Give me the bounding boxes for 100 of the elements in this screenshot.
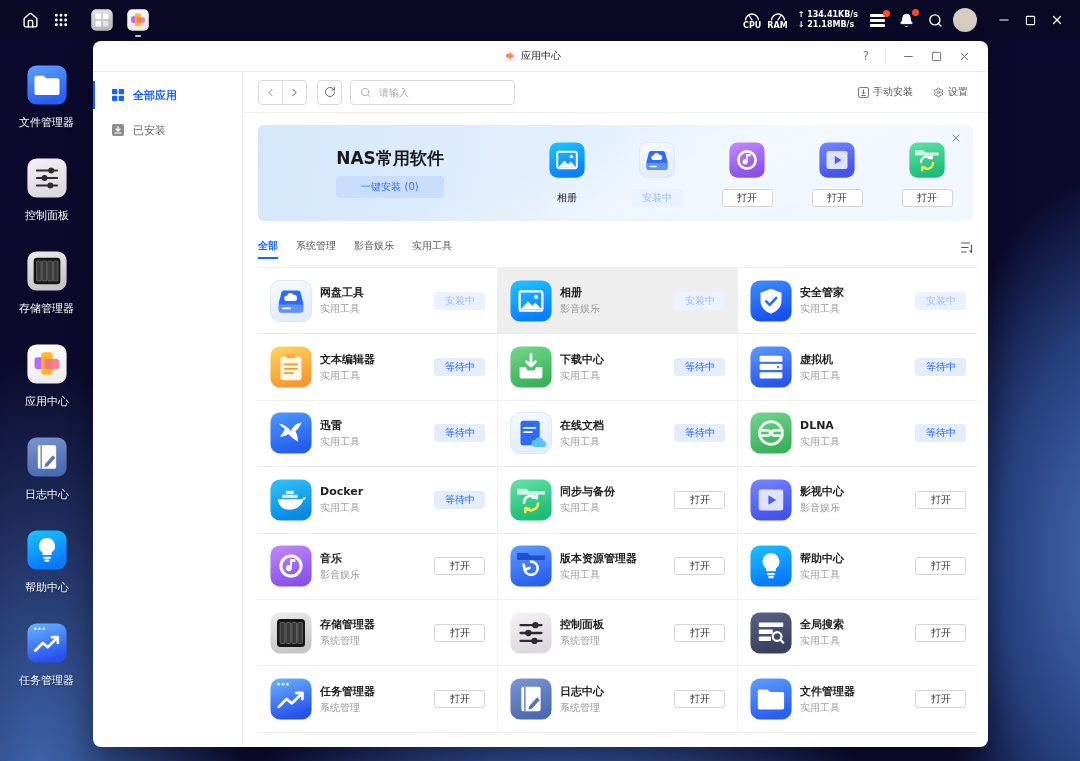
waiting-button[interactable]: 等待中 — [915, 358, 966, 377]
app-category: 实用工具 — [800, 635, 841, 648]
open-button[interactable]: 打开 — [915, 690, 966, 709]
window-title: 应用中心 — [520, 49, 561, 63]
app-category: 系统管理 — [320, 635, 361, 648]
drive-bays-icon — [270, 611, 312, 654]
desktop-shortcut[interactable]: 日志中心 — [0, 437, 93, 530]
home-icon[interactable] — [22, 11, 39, 29]
bell-icon[interactable] — [899, 12, 914, 28]
folder-restore-icon — [510, 545, 552, 588]
open-button[interactable]: 打开 — [811, 189, 863, 207]
music-note-icon — [270, 545, 312, 588]
clipboard-icon — [270, 346, 312, 389]
cpu-label: CPU — [743, 20, 762, 30]
open-button[interactable]: 打开 — [674, 690, 725, 709]
open-button[interactable]: 打开 — [721, 189, 773, 207]
waiting-button[interactable]: 等待中 — [915, 424, 966, 443]
waiting-button[interactable]: 等待中 — [434, 358, 485, 377]
open-button[interactable]: 打开 — [915, 490, 966, 509]
cloud-drive-icon — [270, 279, 312, 322]
cloud-drive-icon[interactable] — [639, 142, 675, 178]
app-name: 控制面板 — [560, 618, 605, 632]
category-tab[interactable]: 全部 — [258, 235, 278, 259]
app-category: 影音娱乐 — [320, 568, 361, 581]
app-name: 在线文档 — [560, 418, 605, 432]
desktop-shortcut[interactable]: 应用中心 — [0, 344, 93, 437]
app-name: 下载中心 — [560, 352, 605, 366]
user-avatar[interactable] — [953, 8, 977, 32]
upload-speed: ↑ 134.41KB/s — [797, 10, 858, 20]
refresh-button[interactable] — [317, 79, 342, 105]
open-button[interactable]: 打开 — [674, 490, 725, 509]
desktop-shortcut[interactable]: 文件管理器 — [0, 65, 93, 158]
waiting-button[interactable]: 等待中 — [674, 358, 725, 377]
app-category: 实用工具 — [320, 502, 361, 515]
app-category: 实用工具 — [800, 701, 841, 714]
video-play-icon[interactable] — [819, 142, 855, 178]
waiting-button[interactable]: 等待中 — [434, 424, 485, 443]
notebook-pen-icon — [26, 437, 67, 477]
help-button[interactable]: ? — [862, 49, 869, 63]
music-note-icon[interactable] — [729, 142, 765, 178]
app-category: 实用工具 — [560, 502, 601, 515]
sidebar-item[interactable]: 全部应用 — [93, 81, 242, 109]
app-name: 安全管家 — [800, 286, 845, 300]
app-name: 日志中心 — [560, 684, 605, 698]
app-name: 全局搜索 — [800, 618, 845, 632]
category-tab[interactable]: 实用工具 — [412, 235, 452, 259]
app-name: 音乐 — [320, 551, 343, 565]
open-button[interactable]: 打开 — [901, 189, 953, 207]
waiting-button[interactable]: 等待中 — [674, 424, 725, 443]
app-category: 实用工具 — [800, 568, 841, 581]
taskbar-app[interactable] — [127, 9, 149, 37]
close-icon[interactable] — [1050, 13, 1064, 27]
app-category: 实用工具 — [560, 369, 601, 382]
bird-icon — [270, 412, 312, 455]
shield-check-icon — [750, 279, 792, 322]
lightbulb-icon — [26, 530, 67, 570]
open-button[interactable]: 打开 — [434, 557, 485, 576]
server-stack-icon[interactable] — [870, 13, 885, 27]
desktop-shortcut[interactable]: 控制面板 — [0, 158, 93, 251]
app-category: 实用工具 — [320, 303, 361, 316]
app-category: 实用工具 — [560, 568, 601, 581]
search-icon[interactable] — [928, 12, 943, 28]
category-tab[interactable]: 影音娱乐 — [354, 235, 394, 259]
banner-title: NAS常用软件 — [336, 147, 444, 169]
manual-install-button[interactable]: 手动安装 — [858, 85, 913, 99]
folder-icon — [750, 678, 792, 721]
folder-icon — [26, 65, 67, 105]
app-category: 系统管理 — [320, 701, 361, 714]
open-button[interactable]: 打开 — [434, 623, 485, 642]
app-name: 网盘工具 — [320, 286, 365, 300]
open-button[interactable]: 打开 — [915, 623, 966, 642]
open-button[interactable]: 打开 — [915, 557, 966, 576]
lightbulb-icon — [750, 545, 792, 588]
app-category: 影音娱乐 — [800, 502, 841, 515]
settings-icon — [933, 86, 944, 98]
category-tab[interactable]: 系统管理 — [296, 235, 336, 259]
app-name: 迅雷 — [320, 418, 343, 432]
settings-button[interactable]: 设置 — [933, 85, 968, 99]
app-grid-icon[interactable] — [53, 12, 69, 28]
grid-icon — [112, 89, 124, 101]
refresh-icon — [323, 86, 336, 98]
search-field[interactable]: 请输入 — [350, 79, 515, 105]
desktop-shortcut[interactable]: 任务管理器 — [0, 623, 93, 716]
overlapping-tiles-icon — [127, 9, 149, 31]
sidebar-item[interactable]: 已安装 — [93, 116, 242, 144]
open-button[interactable]: 打开 — [674, 557, 725, 576]
app-name: DLNA — [800, 418, 835, 432]
image-icon[interactable] — [549, 142, 585, 178]
desktop-shortcut[interactable]: 存储管理器 — [0, 251, 93, 344]
app-name: Docker — [320, 485, 365, 499]
waiting-button[interactable]: 等待中 — [434, 490, 485, 509]
app-category: 系统管理 — [560, 635, 601, 648]
sort-icon[interactable] — [961, 241, 973, 253]
desktop-shortcut[interactable]: 帮助中心 — [0, 530, 93, 623]
open-button[interactable]: 打开 — [674, 623, 725, 642]
open-button[interactable]: 打开 — [434, 690, 485, 709]
search-icon — [360, 86, 371, 98]
download-icon — [510, 346, 552, 389]
app-category: 实用工具 — [320, 435, 361, 448]
sync-folder-icon — [510, 478, 552, 521]
